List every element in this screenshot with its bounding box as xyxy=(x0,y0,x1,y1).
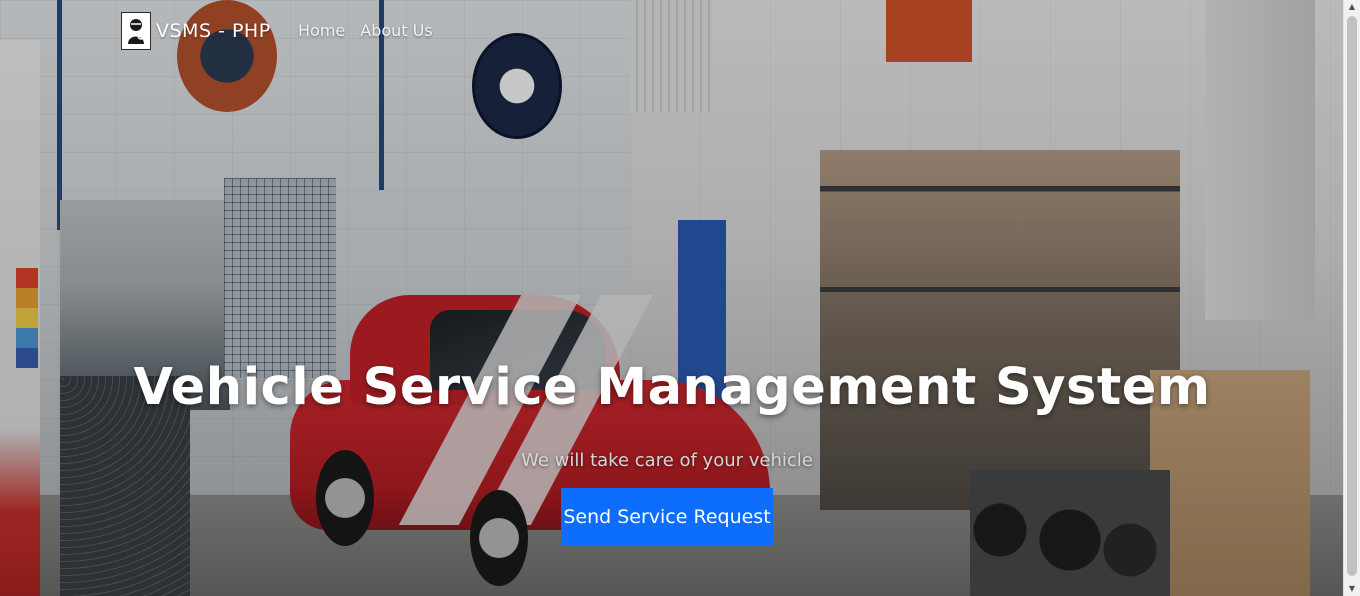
scroll-up-icon[interactable]: ▲ xyxy=(1347,2,1357,12)
brand-text: VSMS - PHP xyxy=(156,20,271,42)
navbar: VSMS - PHP Home About Us xyxy=(0,0,1344,64)
hero-title: Vehicle Service Management System xyxy=(133,358,1211,417)
hero-subtitle: We will take care of your vehicle xyxy=(521,450,813,471)
landing-page: VSMS - PHP Home About Us Vehicle Service… xyxy=(0,0,1360,596)
scroll-down-icon[interactable]: ▼ xyxy=(1347,584,1357,594)
page-scrollbar[interactable]: ▲ ▼ xyxy=(1343,0,1360,596)
brand-link[interactable]: VSMS - PHP xyxy=(121,12,271,50)
nav-link-home[interactable]: Home xyxy=(298,21,345,40)
scrollbar-thumb[interactable] xyxy=(1347,16,1357,576)
nav-link-about-us[interactable]: About Us xyxy=(360,21,432,40)
send-service-request-button[interactable]: Send Service Request xyxy=(561,488,773,545)
nav-links: Home About Us xyxy=(298,21,433,40)
mechanic-logo-icon xyxy=(121,12,151,50)
